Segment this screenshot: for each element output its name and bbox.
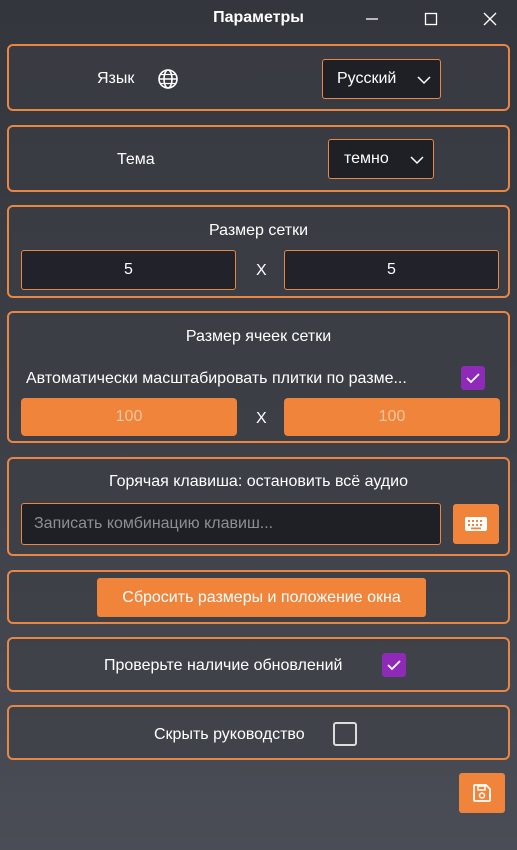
auto-scale-label: Автоматически масштабировать плитки по р… [26, 370, 407, 387]
updates-checkbox[interactable] [382, 653, 406, 677]
language-label: Язык [97, 70, 135, 87]
hotkey-panel: Горячая клавиша: остановить всё аудио [7, 457, 510, 556]
grid-size-separator: X [256, 262, 267, 279]
theme-label: Тема [117, 151, 155, 168]
updates-panel: Проверьте наличие обновлений [7, 637, 510, 692]
updates-label: Проверьте наличие обновлений [104, 657, 343, 674]
maximize-icon [424, 12, 438, 26]
maximize-button[interactable] [408, 0, 454, 38]
hide-guide-panel: Скрыть руководство [7, 705, 510, 760]
cell-width-input[interactable]: 100 [21, 398, 237, 436]
checkmark-icon [387, 660, 401, 671]
keyboard-button[interactable] [453, 504, 499, 544]
language-select[interactable]: Русский [322, 59, 441, 99]
save-icon [473, 784, 491, 802]
hotkey-label: Горячая клавиша: остановить всё аудио [109, 473, 408, 490]
minimize-button[interactable] [349, 0, 395, 38]
theme-panel: Тема темно [7, 125, 510, 192]
language-select-value: Русский [337, 70, 397, 87]
cell-size-separator: X [256, 410, 267, 427]
grid-size-label: Размер сетки [208, 222, 309, 239]
theme-select[interactable]: темно [328, 139, 434, 179]
grid-size-panel: Размер сетки 5 X 5 [7, 205, 510, 298]
grid-rows-input[interactable]: 5 [21, 250, 236, 290]
cell-size-panel: Размер ячеек сетки Автоматически масштаб… [7, 311, 510, 443]
close-button[interactable] [467, 0, 513, 38]
chevron-down-icon [410, 153, 424, 171]
chevron-down-icon [417, 73, 431, 91]
minimize-icon [366, 18, 378, 20]
close-icon [483, 12, 497, 26]
globe-icon [157, 68, 179, 95]
grid-cols-input[interactable]: 5 [284, 250, 499, 290]
reset-window-button[interactable]: Сбросить размеры и положение окна [97, 578, 426, 617]
keyboard-icon [465, 517, 487, 531]
hide-guide-label: Скрыть руководство [154, 726, 305, 743]
auto-scale-checkbox[interactable] [461, 366, 485, 390]
hide-guide-checkbox[interactable] [333, 722, 357, 746]
language-panel: Язык Русский [7, 44, 510, 111]
title-bar: Параметры [0, 0, 517, 38]
reset-panel: Сбросить размеры и положение окна [7, 570, 510, 624]
save-button[interactable] [459, 773, 505, 813]
cell-height-input[interactable]: 100 [284, 398, 500, 436]
hotkey-input[interactable] [21, 503, 441, 545]
theme-select-value: темно [344, 150, 389, 167]
cell-size-label: Размер ячеек сетки [185, 328, 332, 345]
checkmark-icon [466, 373, 480, 384]
